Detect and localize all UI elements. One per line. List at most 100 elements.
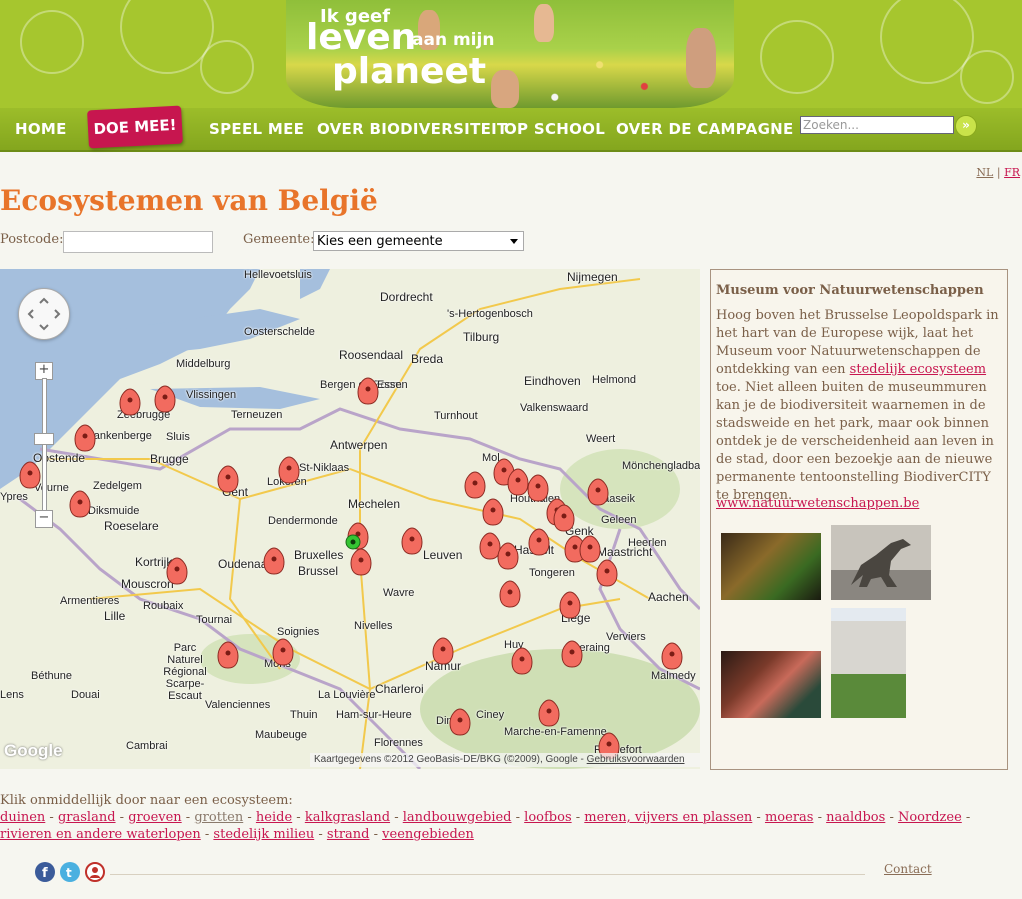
eco-link-grasland[interactable]: grasland [58, 810, 116, 825]
contact-link[interactable]: Contact [884, 862, 932, 876]
child-figure [491, 70, 519, 108]
nav-op-school[interactable]: OP SCHOOL [504, 120, 605, 138]
ecosystem-marker[interactable] [357, 377, 379, 405]
eco-link-veengebieden[interactable]: veengebieden [382, 827, 474, 842]
ecosystem-marker[interactable] [74, 424, 96, 452]
ecosystem-marker[interactable] [538, 699, 560, 727]
ecosystem-marker[interactable] [661, 642, 683, 670]
eco-link-stedelijk-milieu[interactable]: stedelijk milieu [213, 827, 314, 842]
ecosystem-marker[interactable] [350, 548, 372, 576]
eco-link-naaldbos[interactable]: naaldbos [826, 810, 885, 825]
eco-link-duinen[interactable]: duinen [0, 810, 45, 825]
child-figure [686, 28, 716, 88]
eco-link-loofbos[interactable]: loofbos [524, 810, 571, 825]
twitter-icon[interactable]: t [60, 862, 80, 882]
zoom-slider-knob[interactable] [34, 433, 54, 445]
ecosystem-marker[interactable] [217, 465, 239, 493]
gemeente-select[interactable]: Kies een gemeente [313, 231, 524, 251]
logo-text-line4: planeet [332, 51, 487, 92]
marker-layer [19, 377, 683, 760]
eco-link-heide[interactable]: heide [256, 810, 292, 825]
svg-text:f: f [42, 866, 48, 881]
facebook-icon[interactable]: f [35, 862, 55, 882]
museum-photo-building[interactable] [831, 608, 906, 718]
eco-link-moeras[interactable]: moeras [765, 810, 813, 825]
map-pan-control[interactable] [18, 288, 70, 340]
pan-arrows-icon [27, 297, 61, 331]
ecosystem-marker[interactable] [154, 385, 176, 413]
child-figure [534, 4, 554, 42]
nav-doe-mee-button[interactable]: DOE MEE! [87, 105, 183, 149]
museum-photo-dinosaur[interactable] [831, 525, 931, 600]
ecosystem-map[interactable]: Hellevoetsluis Nijmegen Dordrecht 's-Her… [0, 269, 700, 769]
google-logo: Google [4, 741, 63, 760]
svg-text:t: t [66, 866, 72, 880]
eco-link-kalkgrasland[interactable]: kalkgrasland [305, 810, 390, 825]
museum-photo-interior[interactable] [721, 533, 821, 600]
eco-link-rivieren[interactable]: rivieren en andere waterlopen [0, 827, 201, 842]
info-text: Hoog boven het Brusselse Leopoldspark in… [716, 307, 1006, 505]
ecosystem-marker[interactable] [553, 504, 575, 532]
ecosystem-marker[interactable] [263, 547, 285, 575]
ecosystem-marker[interactable] [166, 557, 188, 585]
ecosystem-marker[interactable] [497, 542, 519, 570]
ecosystem-marker[interactable] [272, 638, 294, 666]
eco-link-landbouwgebied[interactable]: landbouwgebied [403, 810, 512, 825]
museum-photo-children[interactable] [721, 651, 821, 718]
info-text-part2: toe. Niet alleen buiten de museummuren k… [716, 380, 994, 503]
double-chevron-right-icon[interactable]: » [955, 115, 977, 137]
footer-divider [110, 874, 865, 875]
ecosystem-marker[interactable] [511, 647, 533, 675]
decorative-swirl [960, 50, 1014, 104]
ecosystem-marker[interactable] [119, 388, 141, 416]
ecosystem-marker[interactable] [217, 641, 239, 669]
chevron-down-icon [510, 239, 518, 244]
eco-link-meren[interactable]: meren, vijvers en plassen [584, 810, 752, 825]
search-input[interactable]: Zoeken... [800, 116, 954, 134]
eco-link-groeven[interactable]: groeven [128, 810, 181, 825]
ecosystem-links-title: Klik onmiddellijk door naar een ecosyste… [0, 793, 293, 808]
ecosystem-marker[interactable] [482, 498, 504, 526]
ecosystem-marker[interactable] [559, 591, 581, 619]
info-title: Museum voor Natuurwetenschappen [716, 283, 984, 298]
ecosystem-marker[interactable] [464, 471, 486, 499]
stedelijk-ecosysteem-link[interactable]: stedelijk ecosysteem [850, 362, 986, 377]
ecosystem-marker[interactable] [579, 535, 601, 563]
zoom-slider-track[interactable] [42, 378, 47, 512]
profile-icon[interactable] [85, 862, 105, 882]
ecosystem-marker[interactable] [278, 456, 300, 484]
logo-text-line3: aan mijn [412, 30, 495, 50]
ecosystem-marker[interactable] [449, 708, 471, 736]
ecosystem-marker[interactable] [587, 478, 609, 506]
ecosystem-info-panel: Museum voor Natuurwetenschappen Hoog bov… [710, 269, 1008, 770]
lang-nl-link[interactable]: NL [976, 166, 993, 179]
ecosystem-marker[interactable] [479, 532, 501, 560]
ecosystem-marker[interactable] [19, 461, 41, 489]
ecosystem-marker[interactable] [401, 527, 423, 555]
eco-link-grotten[interactable]: grotten [194, 810, 243, 825]
ecosystem-marker[interactable] [507, 468, 529, 496]
selected-ecosystem-marker[interactable] [345, 534, 361, 550]
eco-link-strand[interactable]: strand [327, 827, 370, 842]
nav-home[interactable]: HOME [15, 120, 67, 138]
ecosystem-marker[interactable] [596, 559, 618, 587]
postcode-input[interactable] [63, 231, 213, 253]
decorative-swirl [200, 40, 254, 94]
nav-over-biodiversiteit[interactable]: OVER BIODIVERSITEIT [317, 120, 508, 138]
terms-link[interactable]: Gebruiksvoorwaarden [587, 754, 685, 765]
ecosystem-marker[interactable] [527, 474, 549, 502]
eco-link-noordzee[interactable]: Noordzee [898, 810, 962, 825]
ecosystem-marker[interactable] [528, 528, 550, 556]
ecosystem-marker[interactable] [69, 490, 91, 518]
lang-fr-link[interactable]: FR [1004, 166, 1020, 179]
ecosystem-marker[interactable] [499, 580, 521, 608]
zoom-out-button[interactable]: − [35, 510, 53, 528]
ecosystem-marker[interactable] [432, 637, 454, 665]
nav-speel-mee[interactable]: SPEEL MEE [209, 120, 304, 138]
map-attribution: Kaartgegevens ©2012 GeoBasis-DE/BKG (©20… [310, 753, 700, 767]
ecosystem-marker[interactable] [561, 640, 583, 668]
gemeente-selected-value: Kies een gemeente [317, 234, 443, 249]
museum-website-link[interactable]: www.natuurwetenschappen.be [716, 496, 919, 511]
nav-over-de-campagne[interactable]: OVER DE CAMPAGNE [616, 120, 794, 138]
dinosaur-icon [851, 539, 911, 587]
